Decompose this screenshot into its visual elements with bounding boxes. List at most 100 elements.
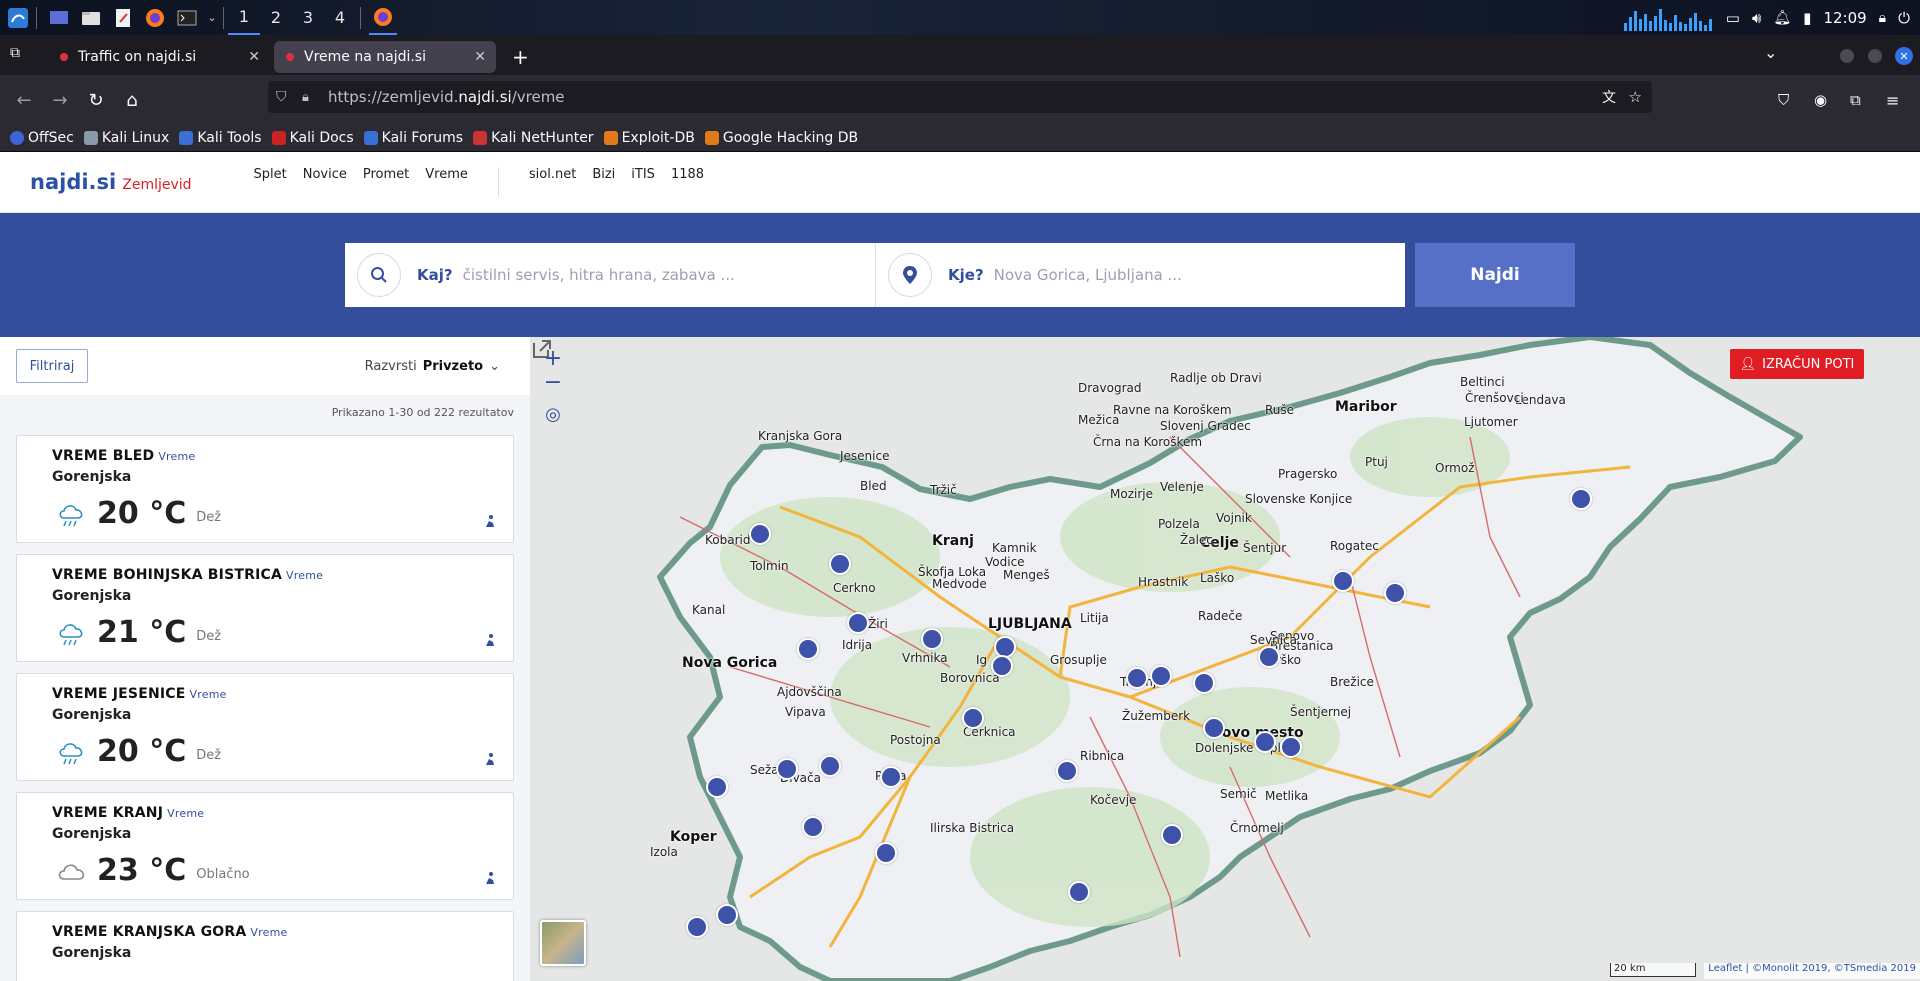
filter-button[interactable]: Filtriraj [16, 349, 88, 383]
locate-me-icon[interactable]: ◎ [538, 399, 568, 429]
window-maximize-icon[interactable] [1868, 49, 1882, 63]
weather-station-marker[interactable] [1384, 582, 1406, 604]
weather-station-marker[interactable] [1258, 646, 1280, 668]
weather-station-marker[interactable] [829, 553, 851, 575]
list-all-tabs-icon[interactable]: ⌄ [1764, 43, 1777, 62]
weather-station-marker[interactable] [1280, 736, 1302, 758]
directions-icon[interactable] [483, 752, 497, 766]
site-logo[interactable]: najdi.si Zemljevid [30, 170, 192, 194]
zoom-out-button[interactable]: − [538, 367, 568, 397]
leaflet-link[interactable]: Leaflet [1708, 963, 1742, 974]
weather-station-marker[interactable] [921, 628, 943, 650]
bookmark-exploit-db[interactable]: Exploit-DB [603, 130, 695, 146]
bookmark-kali-tools[interactable]: Kali Tools [179, 130, 262, 146]
workspace-2[interactable]: 2 [260, 0, 292, 35]
weather-station-marker[interactable] [991, 655, 1013, 677]
nav-bizi[interactable]: Bizi [592, 167, 615, 197]
workspace-3[interactable]: 3 [292, 0, 324, 35]
directions-icon[interactable] [483, 633, 497, 647]
file-manager-icon[interactable] [77, 5, 105, 31]
weather-station-marker[interactable] [880, 766, 902, 788]
route-calc-button[interactable]: 👤︎ IZRAČUN POTI [1730, 349, 1864, 379]
account-icon[interactable]: ◉ [1814, 91, 1827, 109]
tab-traffic[interactable]: Traffic on najdi.si ✕ [48, 41, 270, 73]
weather-station-marker[interactable] [1193, 672, 1215, 694]
url-bar[interactable]: ⛉ 🔒︎ https://zemljevid.najdi.si/vreme 文 … [268, 81, 1652, 113]
result-title[interactable]: VREME KRANJSKA GORA [52, 924, 246, 940]
weather-station-marker[interactable] [716, 904, 738, 926]
battery-icon[interactable]: ▮ [1803, 9, 1811, 27]
home-icon[interactable]: ⌂ [114, 82, 150, 118]
display-icon[interactable]: ▭ [1726, 9, 1740, 27]
nav-splet[interactable]: Splet [254, 167, 287, 197]
result-card[interactable]: VREME BLED Vreme Gorenjska 20 °C Dež [16, 435, 514, 543]
shield-icon[interactable]: ⛉ [276, 89, 287, 105]
new-tab-icon[interactable]: + [512, 45, 529, 69]
reload-icon[interactable]: ↻ [78, 82, 114, 118]
result-card[interactable]: VREME JESENICE Vreme Gorenjska 20 °C Dež [16, 673, 514, 781]
weather-station-marker[interactable] [776, 758, 798, 780]
weather-station-marker[interactable] [1126, 667, 1148, 689]
weather-station-marker[interactable] [875, 842, 897, 864]
extensions-icon[interactable]: ⧉ [1850, 91, 1861, 109]
menu-icon[interactable]: ≡ [1886, 91, 1899, 110]
result-title[interactable]: VREME BLED [52, 448, 154, 464]
back-icon[interactable]: ← [6, 82, 42, 118]
bookmark-google-hacking-db[interactable]: Google Hacking DB [704, 130, 858, 146]
weather-station-marker[interactable] [706, 776, 728, 798]
nav-siol[interactable]: siol.net [529, 167, 576, 197]
weather-station-marker[interactable] [1332, 570, 1354, 592]
tab-weather[interactable]: Vreme na najdi.si ✕ [274, 41, 496, 73]
result-title[interactable]: VREME KRANJ [52, 805, 163, 821]
nav-promet[interactable]: Promet [363, 167, 409, 197]
weather-station-marker[interactable] [1068, 881, 1090, 903]
directions-icon[interactable] [483, 514, 497, 528]
map-view[interactable]: + − ◎ 👤︎ IZRAČUN POTI 20 km Leaflet | ©Mo… [530, 337, 1920, 981]
pocket-icon[interactable]: ⛉ [1778, 91, 1789, 109]
firefox-launcher-icon[interactable] [141, 5, 169, 31]
result-card[interactable]: VREME KRANJ Vreme Gorenjska 23 °C Oblačno [16, 792, 514, 900]
weather-station-marker[interactable] [1161, 824, 1183, 846]
weather-station-marker[interactable] [819, 755, 841, 777]
result-card[interactable]: VREME KRANJSKA GORA Vreme Gorenjska [16, 911, 514, 981]
kali-menu-icon[interactable] [4, 5, 32, 31]
where-input[interactable]: Nova Gorica, Ljubljana ... [994, 266, 1182, 284]
weather-station-marker[interactable] [847, 612, 869, 634]
close-tab-icon[interactable]: ✕ [248, 49, 260, 65]
bookmark-kali-nethunter[interactable]: Kali NetHunter [473, 130, 594, 146]
result-title[interactable]: VREME JESENICE [52, 686, 186, 702]
url-text[interactable]: https://zemljevid.najdi.si/vreme [328, 88, 565, 106]
result-card[interactable]: VREME BOHINJSKA BISTRICA Vreme Gorenjska … [16, 554, 514, 662]
bookmark-kali-docs[interactable]: Kali Docs [271, 130, 354, 146]
search-button[interactable]: Najdi [1415, 243, 1575, 307]
bookmark-star-icon[interactable]: ☆ [1629, 88, 1642, 106]
forward-icon[interactable]: → [42, 82, 78, 118]
text-editor-icon[interactable] [109, 5, 137, 31]
where-field[interactable]: Kje? Nova Gorica, Ljubljana ... [875, 243, 1405, 307]
weather-station-marker[interactable] [1570, 488, 1592, 510]
tab-overview-icon[interactable]: ⧉ [10, 45, 20, 61]
weather-station-marker[interactable] [749, 523, 771, 545]
weather-station-marker[interactable] [1150, 665, 1172, 687]
chevron-down-icon[interactable]: ⌄ [205, 5, 219, 31]
weather-station-marker[interactable] [1056, 760, 1078, 782]
bookmark-offsec[interactable]: OffSec [10, 130, 74, 146]
window-close-icon[interactable]: ✕ [1895, 47, 1913, 65]
directions-icon[interactable] [483, 871, 497, 885]
clock[interactable]: 12:09 [1823, 9, 1866, 27]
weather-station-marker[interactable] [797, 638, 819, 660]
weather-station-marker[interactable] [962, 707, 984, 729]
workspace-1[interactable]: 1 [228, 0, 260, 35]
what-input[interactable]: čistilni servis, hitra hrana, zabava ... [463, 266, 735, 284]
bookmark-kali-linux[interactable]: Kali Linux [83, 130, 169, 146]
volume-icon[interactable]: 🔊︎ [1752, 9, 1761, 27]
weather-station-marker[interactable] [1203, 717, 1225, 739]
workspace-4[interactable]: 4 [324, 0, 356, 35]
weather-station-marker[interactable] [686, 916, 708, 938]
layer-switcher[interactable] [540, 920, 586, 966]
close-tab-icon[interactable]: ✕ [474, 49, 486, 65]
desktop-icon[interactable] [45, 5, 73, 31]
power-icon[interactable]: ⏻ [1898, 9, 1910, 27]
translate-icon[interactable]: 文 [1602, 87, 1616, 107]
weather-station-marker[interactable] [1254, 731, 1276, 753]
